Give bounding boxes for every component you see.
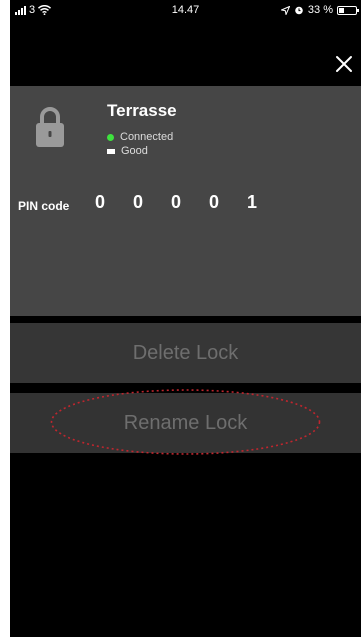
rename-lock-button[interactable]: Rename Lock <box>10 393 361 453</box>
pin-digits: 0 0 0 0 1 <box>95 192 285 213</box>
connected-dot-icon <box>107 133 114 141</box>
battery-status-label: Good <box>121 145 148 157</box>
battery-fill <box>339 7 344 13</box>
battery-small-icon <box>107 148 115 154</box>
pin-label: PIN code <box>18 199 70 213</box>
pin-digit: 0 <box>209 192 220 212</box>
battery-icon <box>337 5 359 15</box>
lock-panel: Terrasse Connected Good PIN code 0 0 0 0… <box>10 86 361 316</box>
pin-digit: 0 <box>171 192 182 212</box>
connection-status-label: Connected <box>120 131 174 143</box>
lock-name: Terrasse <box>107 101 177 120</box>
alarm-icon <box>295 6 303 15</box>
pin-digit: 0 <box>95 192 106 212</box>
connection-status: Connected <box>107 131 173 143</box>
close-icon[interactable] <box>334 54 354 74</box>
status-bar: 3 14.47 33 % <box>10 0 361 20</box>
location-arrow-icon <box>280 5 290 15</box>
battery-percent: 33 % <box>307 4 333 16</box>
status-right: 33 % <box>280 4 359 16</box>
app-screen: 3 14.47 33 % Terrasse Connected Good PIN… <box>10 0 361 637</box>
battery-status: Good <box>107 145 148 157</box>
pin-digit: 1 <box>247 192 258 212</box>
padlock-icon <box>36 107 64 147</box>
pin-digit: 0 <box>133 192 144 212</box>
delete-lock-button[interactable]: Delete Lock <box>10 323 361 383</box>
